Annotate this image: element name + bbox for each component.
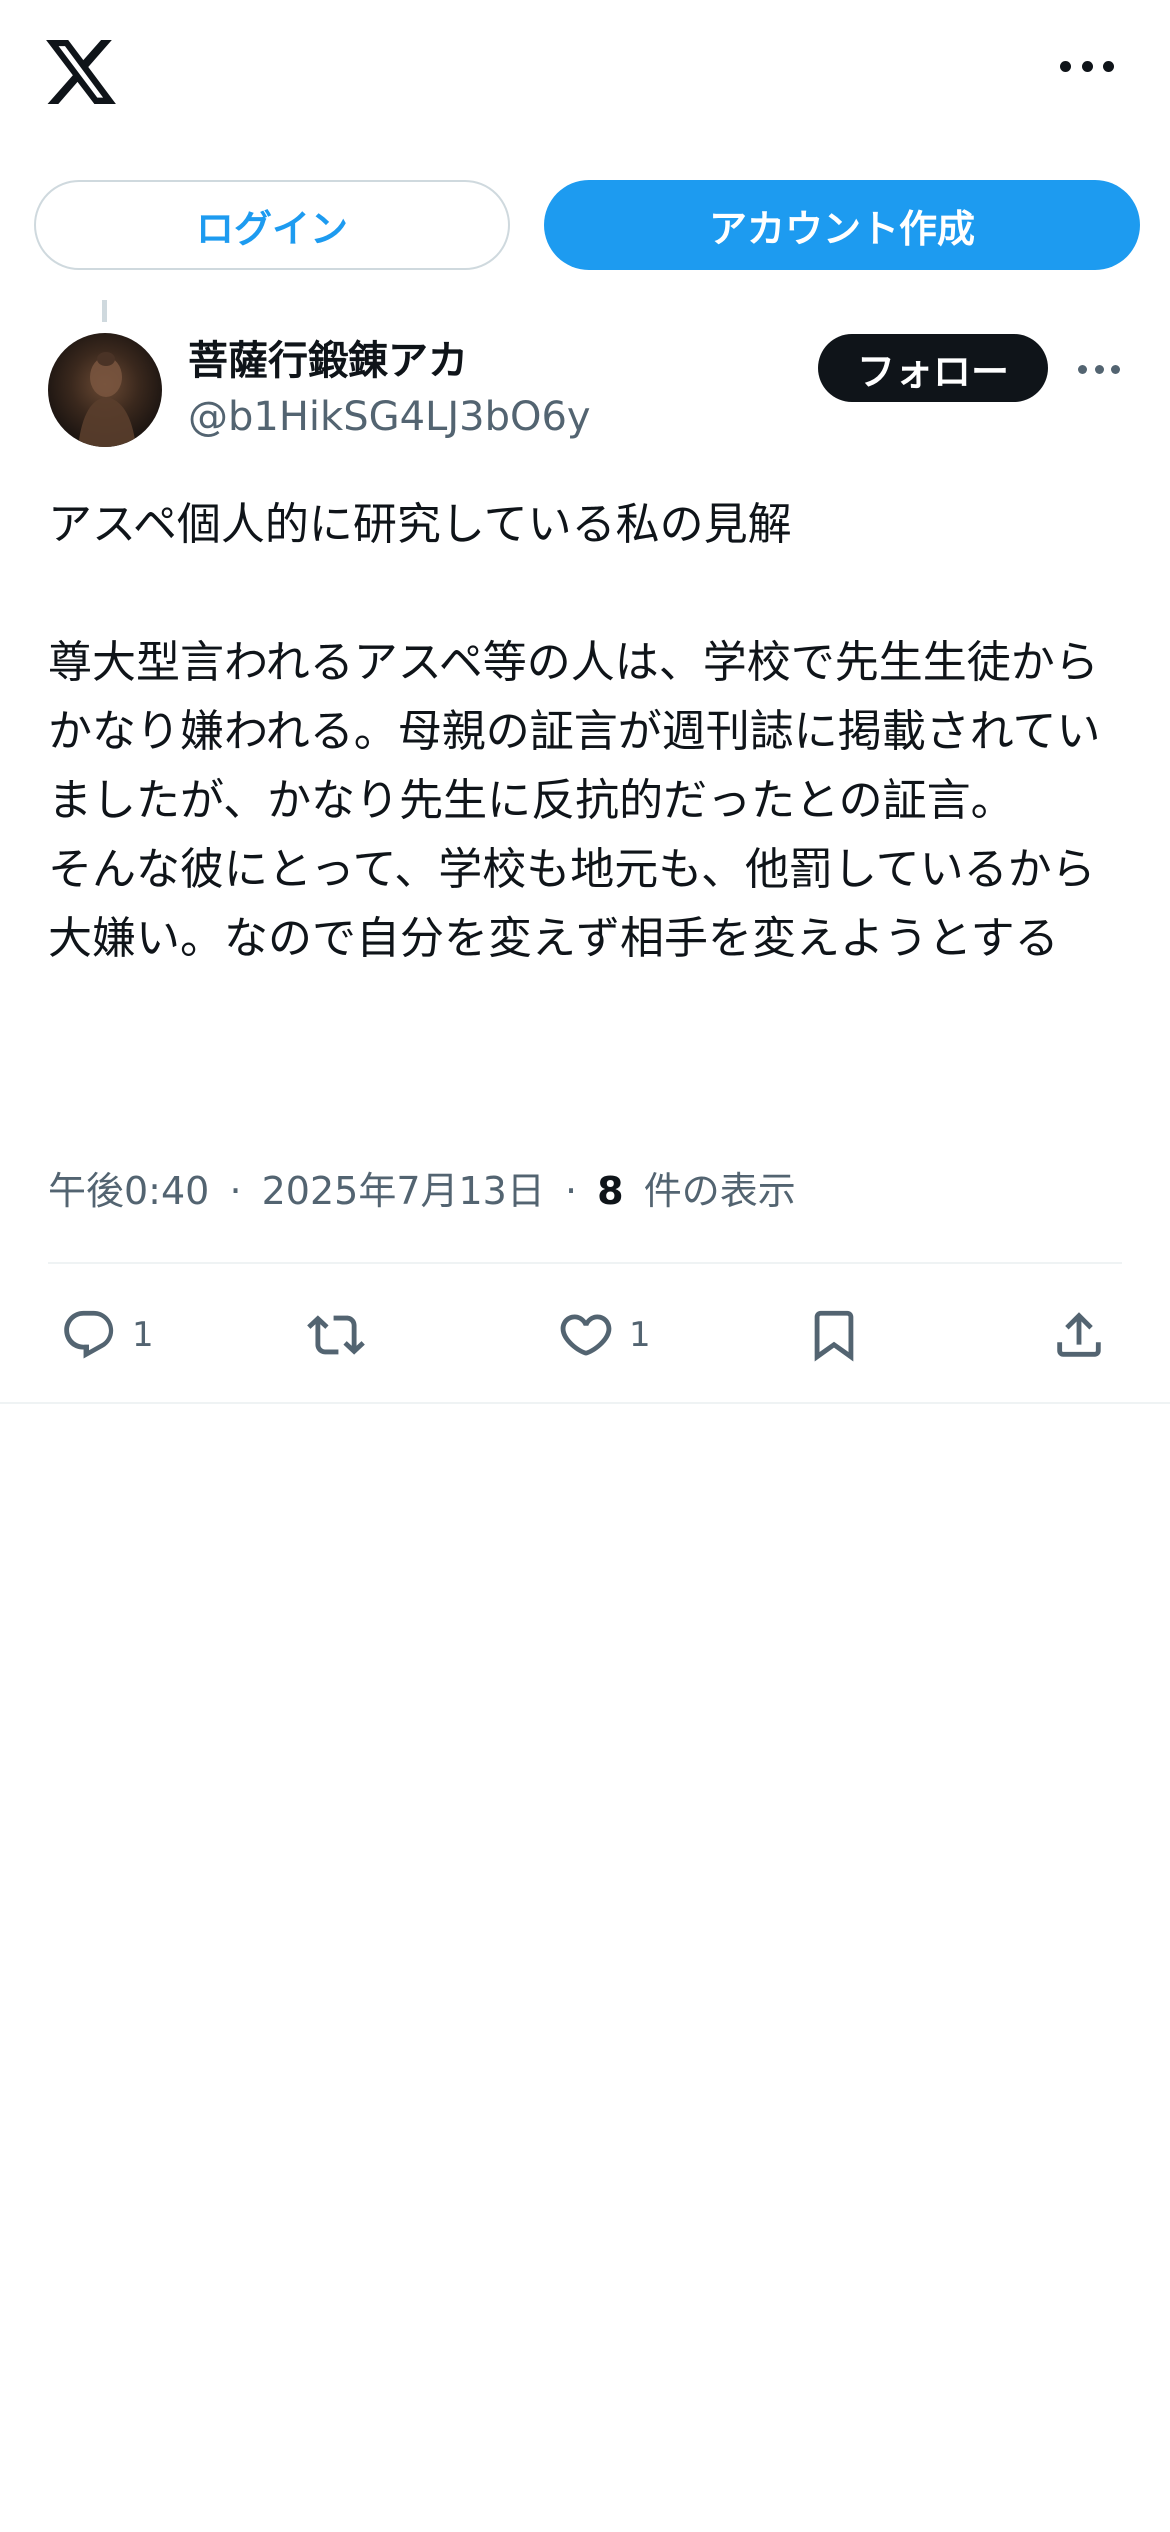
post-time[interactable]: 午後0:40 <box>48 1169 209 1213</box>
post-body: アスペ個人的に研究している私の見解 尊大型言われるアスペ等の人は、学校で先生生徒… <box>48 490 1128 973</box>
like-count: 1 <box>629 1315 651 1355</box>
top-bar <box>0 0 1170 150</box>
repost-button[interactable] <box>307 1300 365 1370</box>
author-handle[interactable]: @b1HikSG4LJ3bO6y <box>188 394 591 440</box>
meta-separator: · <box>564 1169 578 1213</box>
login-button[interactable]: ログイン <box>34 180 510 270</box>
auth-buttons: ログイン アカウント作成 <box>34 180 1140 270</box>
reply-button[interactable]: 1 <box>60 1300 154 1370</box>
post-meta: 午後0:40 · 2025年7月13日 · 8 件の表示 <box>48 1160 796 1215</box>
avatar-image <box>78 352 136 447</box>
post-date[interactable]: 2025年7月13日 <box>262 1169 545 1213</box>
divider <box>0 1402 1170 1404</box>
reply-count: 1 <box>132 1315 154 1355</box>
bookmark-button[interactable] <box>805 1300 863 1370</box>
reply-icon <box>64 1310 114 1359</box>
follow-button[interactable]: フォロー <box>818 334 1048 402</box>
post-paragraph: 尊大型言われるアスペ等の人は、学校で先生生徒からかなり嫌われる。母親の証言が週刊… <box>48 637 1101 964</box>
avatar[interactable] <box>48 333 162 447</box>
heart-icon <box>560 1314 612 1356</box>
repost-icon <box>307 1315 365 1355</box>
share-icon <box>1057 1312 1101 1357</box>
like-button[interactable]: 1 <box>557 1300 651 1370</box>
bookmark-icon <box>814 1310 854 1362</box>
x-logo-icon[interactable] <box>46 40 116 104</box>
share-button[interactable] <box>1050 1300 1108 1370</box>
divider <box>48 1262 1122 1264</box>
views-label: 件の表示 <box>643 1169 796 1213</box>
views-count: 8 <box>597 1169 624 1213</box>
create-account-button[interactable]: アカウント作成 <box>544 180 1140 270</box>
post-actions: 1 1 <box>0 1300 1170 1370</box>
author-display-name[interactable]: 菩薩行鍛錬アカ <box>188 328 468 386</box>
meta-separator: · <box>229 1169 242 1213</box>
post-more-icon[interactable] <box>1078 362 1120 376</box>
thread-connector-line <box>102 300 107 322</box>
more-horizontal-icon[interactable] <box>1060 56 1114 76</box>
post-paragraph: アスペ個人的に研究している私の見解 <box>48 499 792 550</box>
